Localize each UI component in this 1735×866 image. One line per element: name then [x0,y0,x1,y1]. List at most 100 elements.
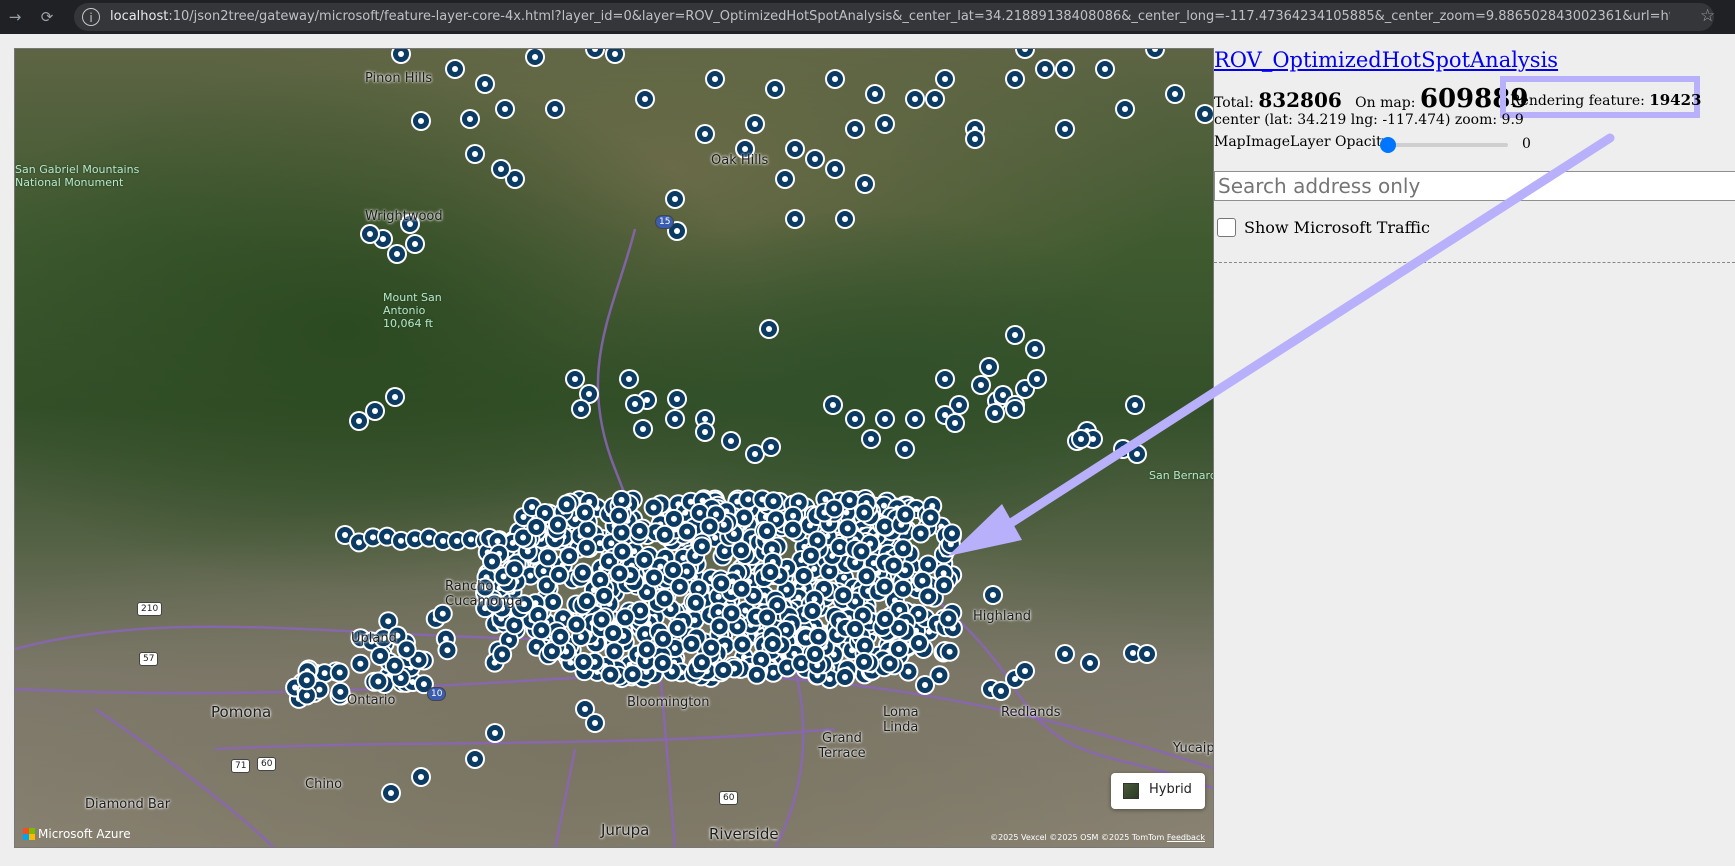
feature-marker[interactable] [905,89,925,109]
feature-marker[interactable] [495,99,515,119]
feature-marker[interactable] [855,174,875,194]
feature-marker[interactable] [585,49,605,59]
feature-marker[interactable] [965,129,985,149]
feature-marker[interactable] [985,403,1005,423]
feature-marker[interactable] [565,369,585,389]
feature-marker[interactable] [1165,84,1185,104]
feature-marker[interactable] [445,59,465,79]
feature-marker[interactable] [615,607,636,628]
feature-marker[interactable] [942,523,963,544]
feature-marker[interactable] [460,109,480,129]
reload-icon[interactable]: ⟳ [36,6,58,28]
feature-marker[interactable] [915,675,935,695]
feature-marker[interactable] [577,519,598,540]
feature-marker[interactable] [713,659,734,680]
feature-marker[interactable] [504,559,525,580]
feature-marker[interactable] [576,591,597,612]
feature-marker[interactable] [802,601,823,622]
forward-icon[interactable]: → [4,6,26,28]
feature-marker[interactable] [861,429,881,449]
feature-marker[interactable] [934,575,955,596]
feature-marker[interactable] [550,626,571,647]
feature-marker[interactable] [746,664,767,685]
feature-marker[interactable] [437,640,458,661]
feature-marker[interactable] [1055,644,1075,664]
feature-marker[interactable] [1025,339,1045,359]
feature-marker[interactable] [825,159,845,179]
feature-marker[interactable] [745,114,765,134]
feature-marker[interactable] [785,209,805,229]
feature-marker[interactable] [531,620,552,641]
feature-marker[interactable] [465,749,485,769]
feature-marker[interactable] [874,576,895,597]
feature-marker[interactable] [695,422,715,442]
feature-marker[interactable] [845,619,865,639]
feature-marker[interactable] [945,413,965,433]
feature-marker[interactable] [634,549,655,570]
feature-marker[interactable] [411,767,431,787]
feature-marker[interactable] [979,357,999,377]
feature-marker[interactable] [865,84,885,104]
feature-marker[interactable] [731,578,752,599]
feature-marker[interactable] [935,69,955,89]
feature-marker[interactable] [349,411,369,431]
feature-marker[interactable] [765,79,785,99]
feature-marker[interactable] [925,89,945,109]
feature-marker[interactable] [1005,69,1025,89]
feature-marker[interactable] [594,585,615,606]
feature-marker[interactable] [635,89,655,109]
feature-marker[interactable] [854,502,875,523]
feature-marker[interactable] [368,671,389,692]
feature-marker[interactable] [574,502,595,523]
feature-marker[interactable] [329,662,350,683]
feature-marker[interactable] [837,518,858,539]
feature-marker[interactable] [895,439,915,459]
feature-marker[interactable] [625,394,645,414]
feature-marker[interactable] [763,491,784,512]
feature-marker[interactable] [825,69,845,89]
opacity-slider[interactable] [1380,137,1508,153]
feature-marker[interactable] [571,399,591,419]
feature-marker[interactable] [1005,325,1025,345]
feature-marker[interactable] [909,633,929,653]
feature-marker[interactable] [663,559,684,580]
feature-marker[interactable] [385,387,405,407]
feature-marker[interactable] [681,633,702,654]
feature-marker[interactable] [360,224,380,244]
feature-marker[interactable] [785,139,805,159]
feature-marker[interactable] [465,144,485,164]
feature-marker[interactable] [889,639,909,659]
feature-marker[interactable] [636,639,657,660]
search-address-input[interactable]: Search address only [1214,171,1735,201]
feature-marker[interactable] [732,634,753,655]
feature-marker[interactable] [1137,644,1157,664]
feature-marker[interactable] [808,626,829,647]
layer-title-link[interactable]: ROV_OptimizedHotSpotAnalysis [1214,48,1558,72]
feedback-link[interactable]: Feedback [1167,833,1205,842]
feature-marker[interactable] [701,637,722,658]
feature-marker[interactable] [845,119,865,139]
feature-marker[interactable] [835,209,855,229]
feature-markers[interactable] [15,49,1214,848]
feature-marker[interactable] [851,541,872,562]
feature-marker[interactable] [677,521,698,542]
feature-marker[interactable] [762,633,783,654]
feature-marker[interactable] [485,723,505,743]
feature-marker[interactable] [572,562,593,583]
feature-marker[interactable] [411,111,431,131]
feature-marker[interactable] [629,520,650,541]
feature-marker[interactable] [711,573,732,594]
feature-marker[interactable] [381,783,401,803]
feature-marker[interactable] [983,585,1003,605]
feature-marker[interactable] [576,537,597,558]
feature-marker[interactable] [805,149,825,169]
feature-marker[interactable] [759,319,779,339]
feature-marker[interactable] [938,608,959,629]
site-info-icon[interactable]: i [82,8,100,26]
feature-marker[interactable] [833,585,854,606]
feature-marker[interactable] [1145,49,1165,59]
feature-marker[interactable] [699,516,720,537]
bookmark-star-icon[interactable]: ☆ [1700,6,1715,26]
traffic-checkbox[interactable] [1217,218,1236,237]
feature-marker[interactable] [611,522,632,543]
